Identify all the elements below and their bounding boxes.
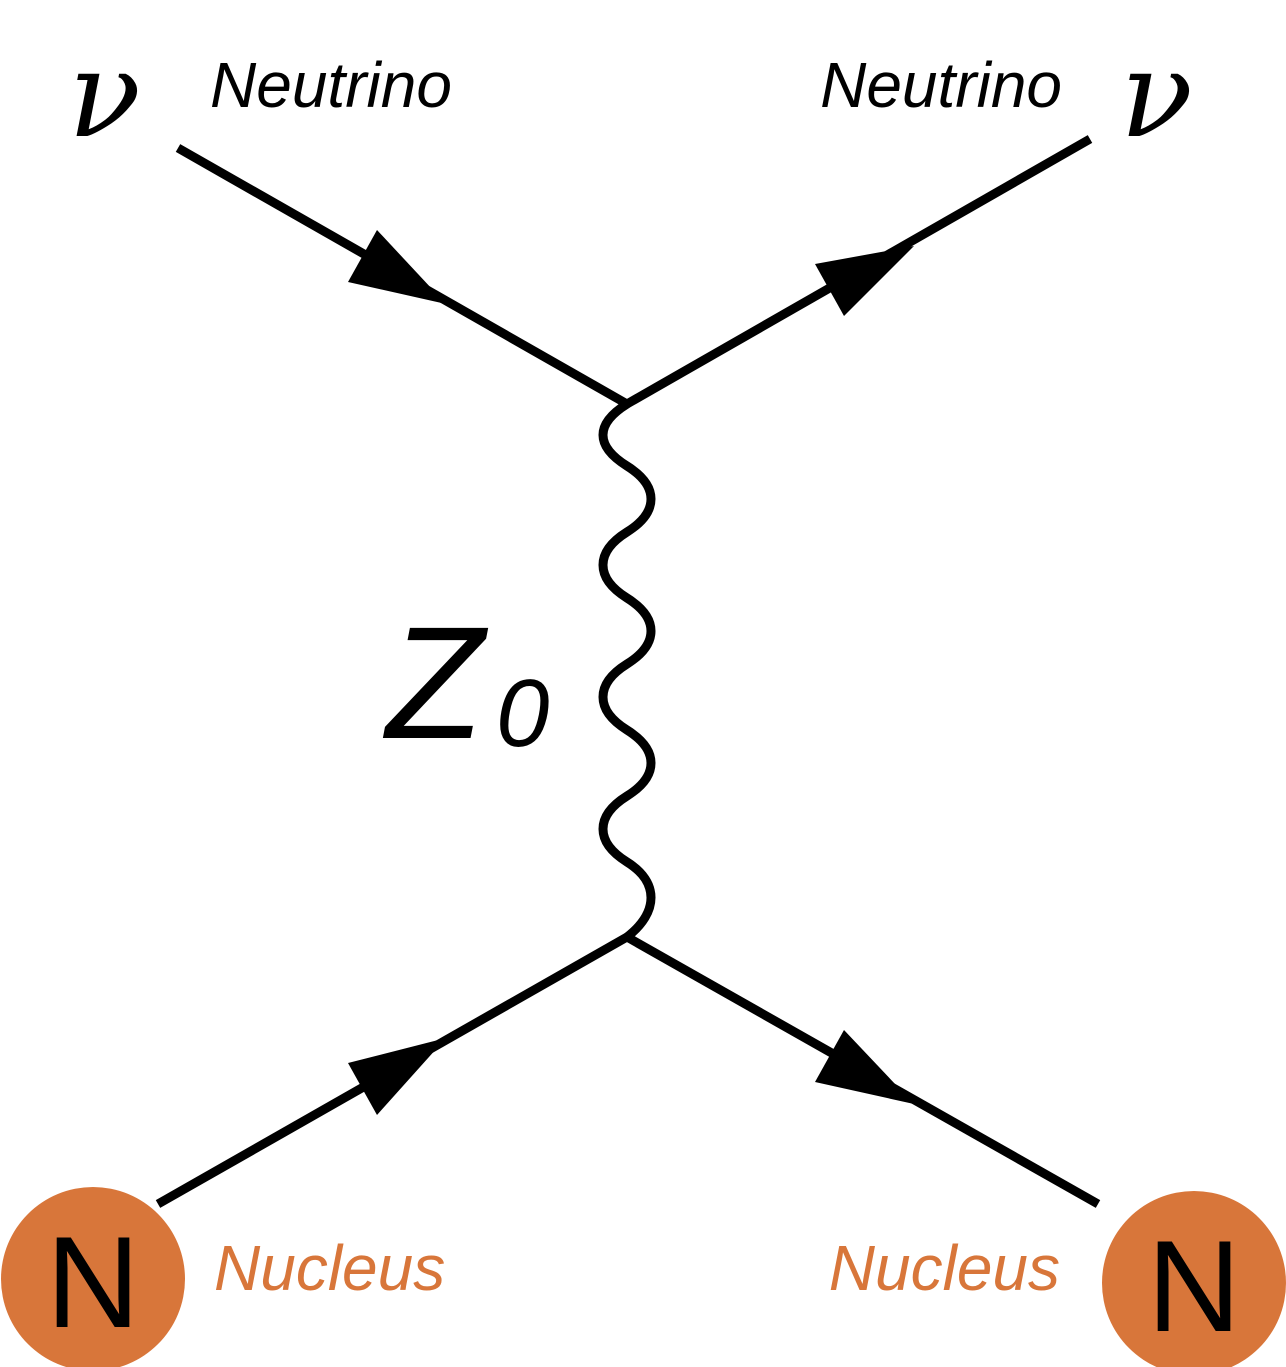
z-boson-subscript: 0 [496, 660, 549, 767]
neutrino-symbol-left: ν [68, 26, 141, 165]
nucleus-label-right: Nucleus [829, 1232, 1060, 1304]
feynman-diagram: ν Neutrino Neutrino ν Z 0 N N Nucleus Nu… [1, 26, 1286, 1367]
z-boson-propagator [598, 399, 656, 942]
neutrino-label-right: Neutrino [820, 49, 1062, 121]
nucleus-letter-right: N [1147, 1213, 1241, 1359]
fermion-lines [155, 135, 1101, 1208]
arrow-outgoing-nucleus [815, 1030, 914, 1104]
neutrino-symbol-right: ν [1120, 26, 1193, 165]
nucleus-label-left: Nucleus [214, 1232, 445, 1304]
arrow-outgoing-neutrino [815, 246, 914, 316]
neutrino-label-left: Neutrino [210, 49, 452, 121]
z-boson-label: Z [382, 593, 489, 772]
nucleus-left: N [1, 1187, 185, 1367]
nucleus-right: N [1102, 1191, 1286, 1367]
arrow-incoming-neutrino [348, 230, 446, 304]
nucleus-letter-left: N [46, 1209, 140, 1355]
arrow-incoming-nucleus [348, 1038, 446, 1115]
